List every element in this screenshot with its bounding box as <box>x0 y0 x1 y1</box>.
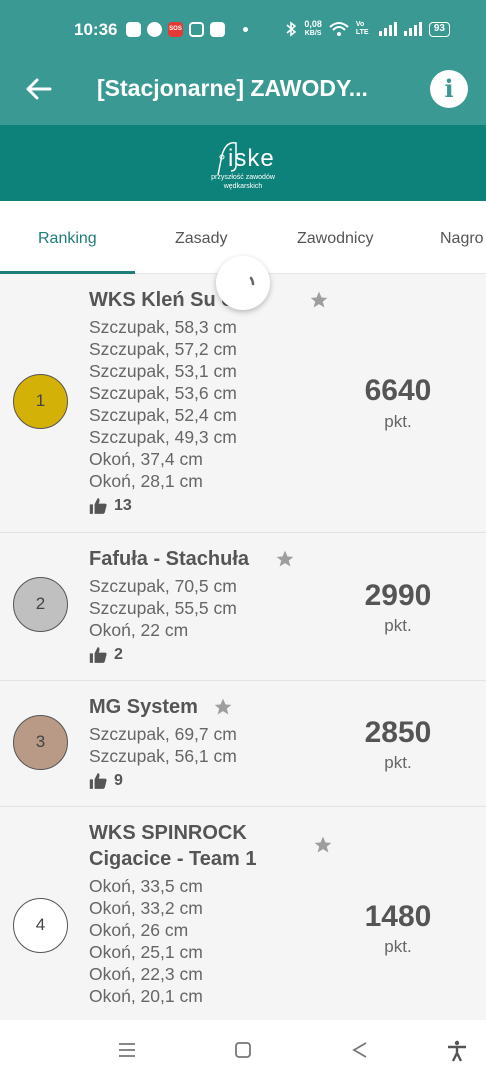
brand-banner: iske przyszłość zawodów wędkarskich <box>0 125 486 201</box>
likes[interactable]: 2 <box>89 646 123 664</box>
catch-entry: Szczupak, 69,7 cm <box>89 724 237 744</box>
points-value: 6640 <box>364 374 432 407</box>
system-icons: 0,08 KB/S Vo LTE 93 <box>285 20 450 38</box>
team-name: MG System <box>89 696 198 718</box>
thumbs-up-icon <box>89 647 107 663</box>
system-navigation-bar <box>0 1020 486 1080</box>
catch-entry: Szczupak, 55,5 cm <box>89 598 237 618</box>
ranking-list[interactable]: 1 WKS Kleń Su ów Szczupak, 58,3 cm Szczu… <box>0 274 486 1020</box>
app-bar: [Stacjonarne] ZAWODY... i <box>0 62 486 125</box>
ranking-row[interactable]: 3 MG System Szczupak, 69,7 cm Szczupak, … <box>0 681 486 807</box>
points-unit: pkt. <box>384 753 412 772</box>
sos-icon: SOS <box>168 22 183 37</box>
signal-icon-1 <box>378 22 397 36</box>
favorite-star-icon[interactable] <box>213 697 233 717</box>
favorite-star-icon[interactable] <box>313 835 333 855</box>
rank-badge: 3 <box>13 715 68 770</box>
brand-name: iske <box>228 145 275 172</box>
catch-entry: Okoń, 22 cm <box>89 620 189 640</box>
ranking-row[interactable]: 4 WKS SPINROCK Cigacice - Team 1 Okoń, 3… <box>0 807 486 1020</box>
catch-entry: Szczupak, 70,5 cm <box>89 576 237 596</box>
catch-entry: Szczupak, 58,3 cm <box>89 317 237 337</box>
network-speed: 0,08 KB/S <box>304 20 322 38</box>
catch-entry: Okoń, 33,5 cm <box>89 876 203 896</box>
likes-count: 13 <box>114 497 132 514</box>
likes[interactable]: 13 <box>89 497 132 515</box>
points-value: 1480 <box>364 900 432 933</box>
likes-count: 9 <box>114 772 123 789</box>
likes-count: 2 <box>114 646 123 663</box>
wifi-icon <box>329 22 349 36</box>
catch-entry: Szczupak, 52,4 cm <box>89 405 237 425</box>
ranking-row[interactable]: 2 Fafuła - Stachuła Szczupak, 70,5 cm Sz… <box>0 533 486 681</box>
catch-entry: Szczupak, 49,3 cm <box>89 427 237 447</box>
catch-entry: Okoń, 33,2 cm <box>89 898 203 918</box>
back-icon[interactable] <box>350 1040 370 1060</box>
volte-indicator: Vo LTE <box>355 21 369 36</box>
menu-icon[interactable] <box>117 1040 137 1060</box>
info-icon[interactable]: i <box>430 70 468 108</box>
thumbs-up-icon <box>89 498 107 514</box>
points-unit: pkt. <box>384 412 412 431</box>
battery-icon: 93 <box>428 21 450 37</box>
points-unit: pkt. <box>384 937 412 956</box>
spinner-icon <box>249 276 255 286</box>
page-title: [Stacjonarne] ZAWODY... <box>97 75 368 101</box>
clock: 10:36 <box>74 20 118 39</box>
likes[interactable]: 9 <box>89 772 123 790</box>
points-value: 2990 <box>364 579 432 612</box>
more-notifications-dot <box>243 27 248 32</box>
catch-entry: Okoń, 37,4 cm <box>89 449 203 469</box>
catch-entry: Szczupak, 53,6 cm <box>89 383 237 403</box>
tab-ranking[interactable]: Ranking <box>38 230 97 248</box>
favorite-star-icon[interactable] <box>275 549 295 569</box>
catch-entry: Szczupak, 57,2 cm <box>89 339 237 359</box>
network-speed-value: 0,08 <box>304 19 322 29</box>
team-name: Fafuła - Stachuła <box>89 548 250 570</box>
notification-icons: SOS <box>126 22 248 37</box>
network-speed-unit: KB/S <box>304 30 322 37</box>
catch-entry: Szczupak, 53,1 cm <box>89 361 237 381</box>
points-value: 2850 <box>364 716 432 749</box>
brand-tagline-1: przyszłość zawodów <box>211 174 275 181</box>
rank-badge: 4 <box>13 898 68 953</box>
catch-entry: Okoń, 25,1 cm <box>89 942 203 962</box>
tab-zawodnicy[interactable]: Zawodnicy <box>297 230 373 248</box>
catch-entry: Szczupak, 56,1 cm <box>89 746 237 766</box>
instagram-icon <box>189 22 204 37</box>
catch-entry: Okoń, 28,1 cm <box>89 471 203 491</box>
rank-badge: 1 <box>13 374 68 429</box>
bluetooth-icon <box>286 21 297 37</box>
catch-entry: Okoń, 20,1 cm <box>89 986 203 1006</box>
catch-entry: Okoń, 22,3 cm <box>89 964 203 984</box>
rank-badge: 2 <box>13 577 68 632</box>
points-unit: pkt. <box>384 616 412 635</box>
settings-notification-icon <box>210 22 225 37</box>
thumbs-up-icon <box>89 773 107 789</box>
facebook-icon <box>147 22 162 37</box>
home-icon[interactable] <box>233 1040 253 1060</box>
signal-icon-2 <box>403 22 422 36</box>
ranking-row[interactable]: 1 WKS Kleń Su ów Szczupak, 58,3 cm Szczu… <box>0 274 486 533</box>
refresh-spinner <box>216 256 270 310</box>
tab-zasady[interactable]: Zasady <box>175 230 227 248</box>
tab-nagrody[interactable]: Nagro <box>440 230 484 248</box>
team-name-line-2: Cigacice - Team 1 <box>89 848 257 870</box>
catch-entry: Okoń, 26 cm <box>89 920 189 940</box>
brand-tagline-2: wędkarskich <box>223 183 263 190</box>
messenger-icon <box>126 22 141 37</box>
accessibility-icon[interactable] <box>446 1040 468 1062</box>
back-arrow-icon[interactable] <box>24 74 54 104</box>
team-name-line-1: WKS SPINROCK <box>89 822 247 844</box>
favorite-star-icon[interactable] <box>309 290 329 310</box>
status-bar: 10:36 SOS 0,08 KB/S Vo LTE 93 <box>0 0 486 62</box>
